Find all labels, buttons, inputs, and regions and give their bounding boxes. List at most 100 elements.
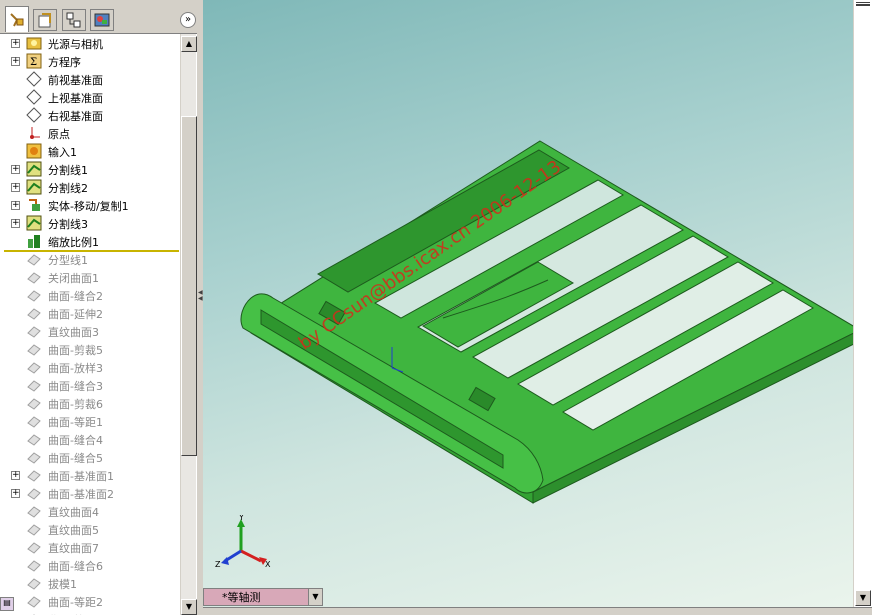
feature-manager-tab[interactable] xyxy=(5,6,29,32)
tree-item-label: 光源与相机 xyxy=(48,38,103,51)
knit-surface-icon xyxy=(26,431,42,447)
move-copy-body-icon xyxy=(26,197,42,213)
tree-item-label: 曲面-基准面2 xyxy=(48,488,114,501)
expand-node-icon[interactable]: + xyxy=(11,57,20,66)
configuration-icon xyxy=(66,12,81,28)
draft-icon xyxy=(26,575,42,591)
graphics-area[interactable]: by CCsun@bbs.icax.cn 2006-12-13 Y X Z *等… xyxy=(203,0,853,607)
tree-item-label: 曲面-剪裁6 xyxy=(48,398,103,411)
tree-item-label: 原点 xyxy=(48,128,70,141)
tree-item[interactable]: 曲面-缝合5 xyxy=(0,448,180,466)
viewport-scroll-down-button[interactable]: ▼ xyxy=(855,590,871,606)
expand-node-icon[interactable]: + xyxy=(11,219,20,228)
scroll-down-button[interactable]: ▼ xyxy=(181,599,197,615)
tree-item-label: 分割线3 xyxy=(48,218,88,231)
tree-item[interactable]: 曲面-缝合2 xyxy=(0,286,180,304)
tree-item-label: 曲面-缝合5 xyxy=(48,452,103,465)
tree-item[interactable]: 曲面-缝合3 xyxy=(0,376,180,394)
tree-scrollbar[interactable]: ▲ ▼ xyxy=(180,34,197,615)
trim-surface-icon xyxy=(26,341,42,357)
tree-item-label: 缩放比例1 xyxy=(48,236,99,249)
tree-item[interactable]: 直纹曲面4 xyxy=(0,502,180,520)
tree-item[interactable]: 曲面-等距3 xyxy=(0,610,180,615)
expand-node-icon[interactable]: + xyxy=(11,471,20,480)
equations-icon: Σ xyxy=(26,53,42,69)
tree-item-label: 曲面-缝合4 xyxy=(48,434,103,447)
tree-item[interactable]: 分型线1 xyxy=(0,250,180,268)
tree-item-label: 方程序 xyxy=(48,56,81,69)
configuration-manager-tab[interactable] xyxy=(62,9,86,31)
expand-node-icon[interactable]: + xyxy=(11,201,20,210)
tree-item[interactable]: + 分割线2 xyxy=(0,178,180,196)
svg-text:Σ: Σ xyxy=(30,57,37,68)
tree-item[interactable]: 缩放比例1 xyxy=(0,232,180,250)
tree-item[interactable]: 原点 xyxy=(0,124,180,142)
splitter-grip: ◀ ◀ xyxy=(198,289,203,302)
tree-item[interactable]: 输入1 xyxy=(0,142,180,160)
tree-item[interactable]: 曲面-等距2 xyxy=(0,592,180,610)
tree-item[interactable]: + 实体-移动/复制1 xyxy=(0,196,180,214)
tree-item[interactable]: 直纹曲面7 xyxy=(0,538,180,556)
tree-item[interactable]: 曲面-放样3 xyxy=(0,358,180,376)
appearance-icon xyxy=(94,13,110,27)
triad-y-label: Y xyxy=(238,515,244,522)
imported-body-icon xyxy=(26,143,42,159)
panel-icon[interactable]: ▤ xyxy=(0,597,14,611)
tree-item[interactable]: 直纹曲面3 xyxy=(0,322,180,340)
tree-item[interactable]: 上视基准面 xyxy=(0,88,180,106)
bottom-scroll-strip xyxy=(203,607,872,615)
split-handle-icon[interactable] xyxy=(856,2,870,6)
tree-item[interactable]: + Σ 方程序 xyxy=(0,52,180,70)
triad-x-label: X xyxy=(265,560,271,569)
scroll-thumb[interactable] xyxy=(181,116,197,456)
property-manager-tab[interactable] xyxy=(33,9,57,31)
parting-line-icon xyxy=(26,251,42,267)
tree-item[interactable]: + 光源与相机 xyxy=(0,34,180,52)
scale-icon xyxy=(26,233,42,249)
triad-z-label: Z xyxy=(215,560,221,569)
expand-panel-button[interactable]: » xyxy=(180,12,196,28)
tree-item[interactable]: + 分割线1 xyxy=(0,160,180,178)
viewport-scrollbar[interactable]: ▼ xyxy=(853,0,872,607)
tree-item-label: 曲面-基准面1 xyxy=(48,470,114,483)
tree-item-label: 曲面-延伸2 xyxy=(48,308,103,321)
planar-surface-icon xyxy=(26,485,42,501)
tree-item[interactable]: + 曲面-基准面1 xyxy=(0,466,180,484)
offset-surface-icon xyxy=(26,413,42,429)
tree-item[interactable]: 关闭曲面1 xyxy=(0,268,180,286)
expand-node-icon[interactable]: + xyxy=(11,489,20,498)
tree-item[interactable]: 拔模1 xyxy=(0,574,180,592)
shut-off-surface-icon xyxy=(26,269,42,285)
tree-item[interactable]: 直纹曲面5 xyxy=(0,520,180,538)
expand-node-icon[interactable]: + xyxy=(11,165,20,174)
tree-item-label: 曲面-放样3 xyxy=(48,362,103,375)
tree-item[interactable]: 前视基准面 xyxy=(0,70,180,88)
tree-item-label: 上视基准面 xyxy=(48,92,103,105)
view-orientation-select[interactable]: *等轴测 ▼ xyxy=(203,588,323,606)
3d-model[interactable] xyxy=(203,0,853,607)
scroll-up-button[interactable]: ▲ xyxy=(181,36,197,52)
tree-item[interactable]: 曲面-剪裁5 xyxy=(0,340,180,358)
tree-item-label: 实体-移动/复制1 xyxy=(48,200,129,213)
tree-item[interactable]: 曲面-缝合6 xyxy=(0,556,180,574)
ruled-surface-icon xyxy=(26,539,42,555)
tree-item[interactable]: 曲面-剪裁6 xyxy=(0,394,180,412)
tree-item[interactable]: 曲面-等距1 xyxy=(0,412,180,430)
tree-item[interactable]: 右视基准面 xyxy=(0,106,180,124)
chevron-down-icon[interactable]: ▼ xyxy=(308,589,322,605)
tree-item-label: 曲面-缝合6 xyxy=(48,560,103,573)
expand-node-icon[interactable]: + xyxy=(11,39,20,48)
tree-item-label: 直纹曲面7 xyxy=(48,542,99,555)
feature-tree-icon xyxy=(10,12,24,26)
tree-item[interactable]: + 分割线3 xyxy=(0,214,180,232)
knit-surface-icon xyxy=(26,449,42,465)
extend-surface-icon xyxy=(26,305,42,321)
tree-item[interactable]: 曲面-缝合4 xyxy=(0,430,180,448)
tree-item[interactable]: + 曲面-基准面2 xyxy=(0,484,180,502)
display-manager-tab[interactable] xyxy=(90,9,114,31)
expand-node-icon[interactable]: + xyxy=(11,183,20,192)
tree-item-label: 分型线1 xyxy=(48,254,88,267)
tree-item[interactable]: 曲面-延伸2 xyxy=(0,304,180,322)
rollback-bar[interactable] xyxy=(4,250,179,252)
tree-item-label: 曲面-缝合2 xyxy=(48,290,103,303)
